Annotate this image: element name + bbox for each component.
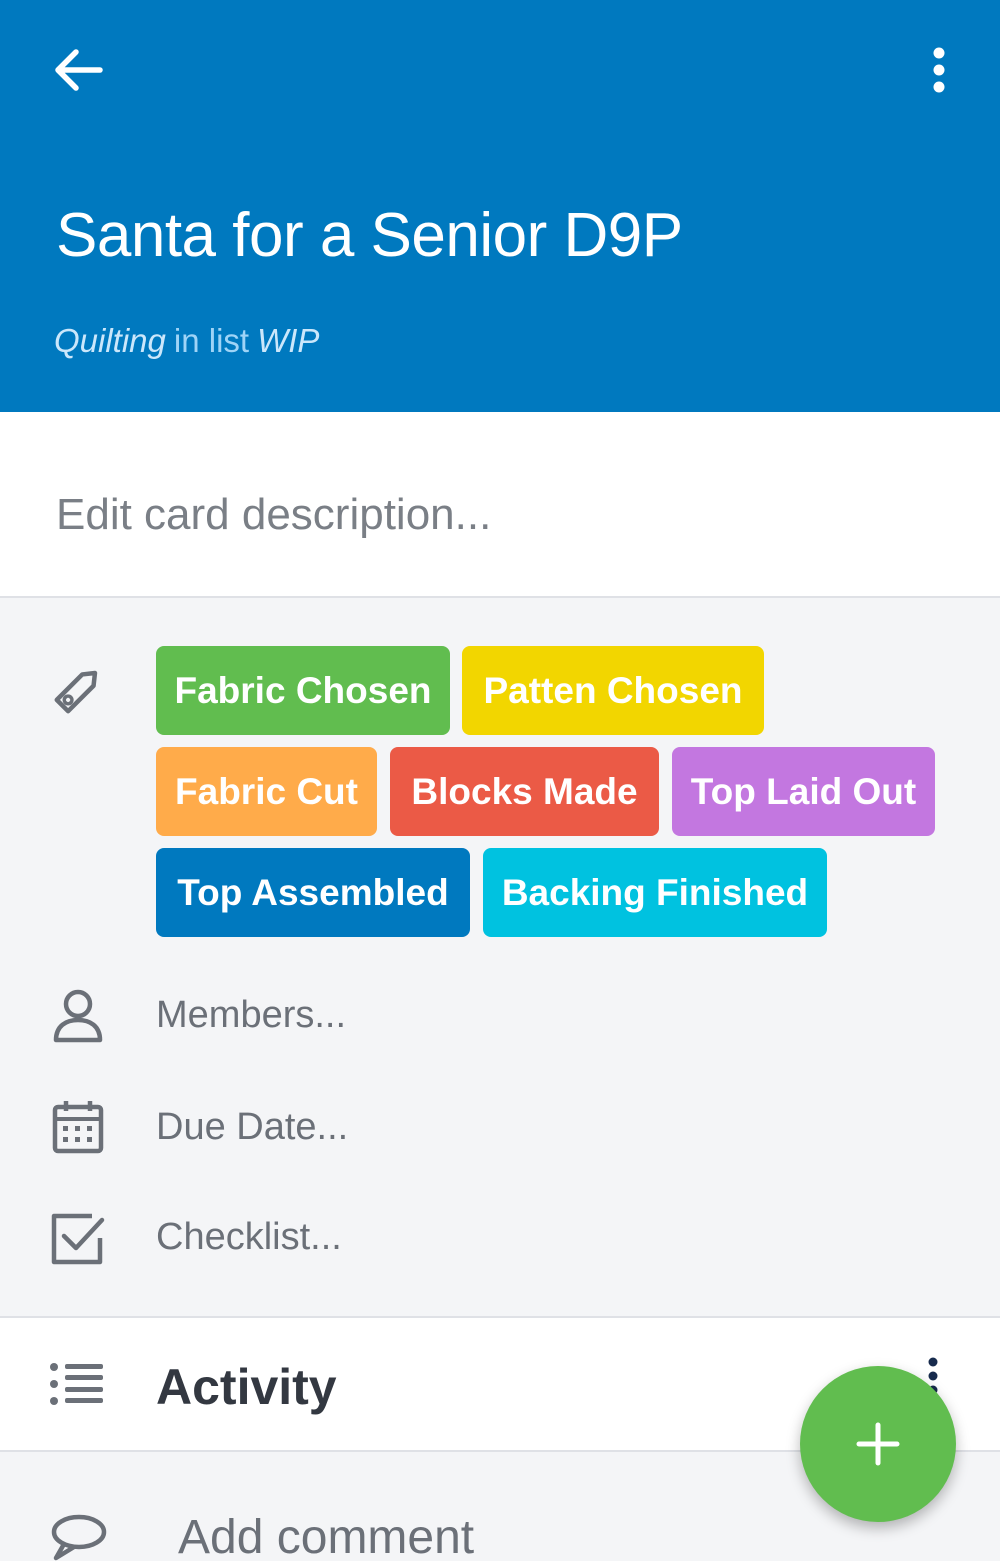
label-blocks-made[interactable]: Blocks Made	[390, 747, 659, 836]
activity-title: Activity	[156, 1359, 337, 1415]
plus-icon	[856, 1422, 900, 1466]
label-patten-chosen[interactable]: Patten Chosen	[462, 646, 764, 735]
more-options-button[interactable]	[912, 36, 966, 104]
card-detail-screen: Santa for a Senior D9P Quilting in list WI…	[0, 0, 1000, 1561]
list-name-link[interactable]: WIP	[257, 322, 319, 359]
calendar-icon	[46, 1095, 110, 1159]
label-top-assembled[interactable]: Top Assembled	[156, 848, 470, 937]
comment-icon	[46, 1506, 110, 1561]
label-fabric-chosen[interactable]: Fabric Chosen	[156, 646, 450, 735]
location-separator: in list	[173, 322, 250, 359]
members-field[interactable]: Members...	[156, 994, 346, 1037]
add-comment-input[interactable]: Add comment	[178, 1510, 474, 1561]
arrow-left-icon	[55, 49, 103, 91]
back-button[interactable]	[40, 36, 116, 104]
board-name-link[interactable]: Quilting	[54, 322, 166, 359]
card-title[interactable]: Santa for a Senior D9P	[56, 200, 683, 271]
card-header: Santa for a Senior D9P Quilting in list WI…	[0, 0, 1000, 412]
description-input[interactable]: Edit card description...	[56, 490, 491, 540]
person-icon	[46, 984, 110, 1048]
checklist-field[interactable]: Checklist...	[156, 1216, 342, 1259]
list-icon	[46, 1352, 110, 1416]
label-fabric-cut[interactable]: Fabric Cut	[156, 747, 377, 836]
tag-icon	[48, 660, 108, 720]
card-location: Quilting in list WIP	[54, 322, 319, 360]
checkbox-icon	[46, 1206, 110, 1270]
due-date-field[interactable]: Due Date...	[156, 1106, 348, 1149]
more-vertical-icon	[933, 47, 945, 93]
label-backing-finished[interactable]: Backing Finished	[483, 848, 827, 937]
label-top-laid-out[interactable]: Top Laid Out	[672, 747, 935, 836]
add-fab-button[interactable]	[800, 1366, 956, 1522]
